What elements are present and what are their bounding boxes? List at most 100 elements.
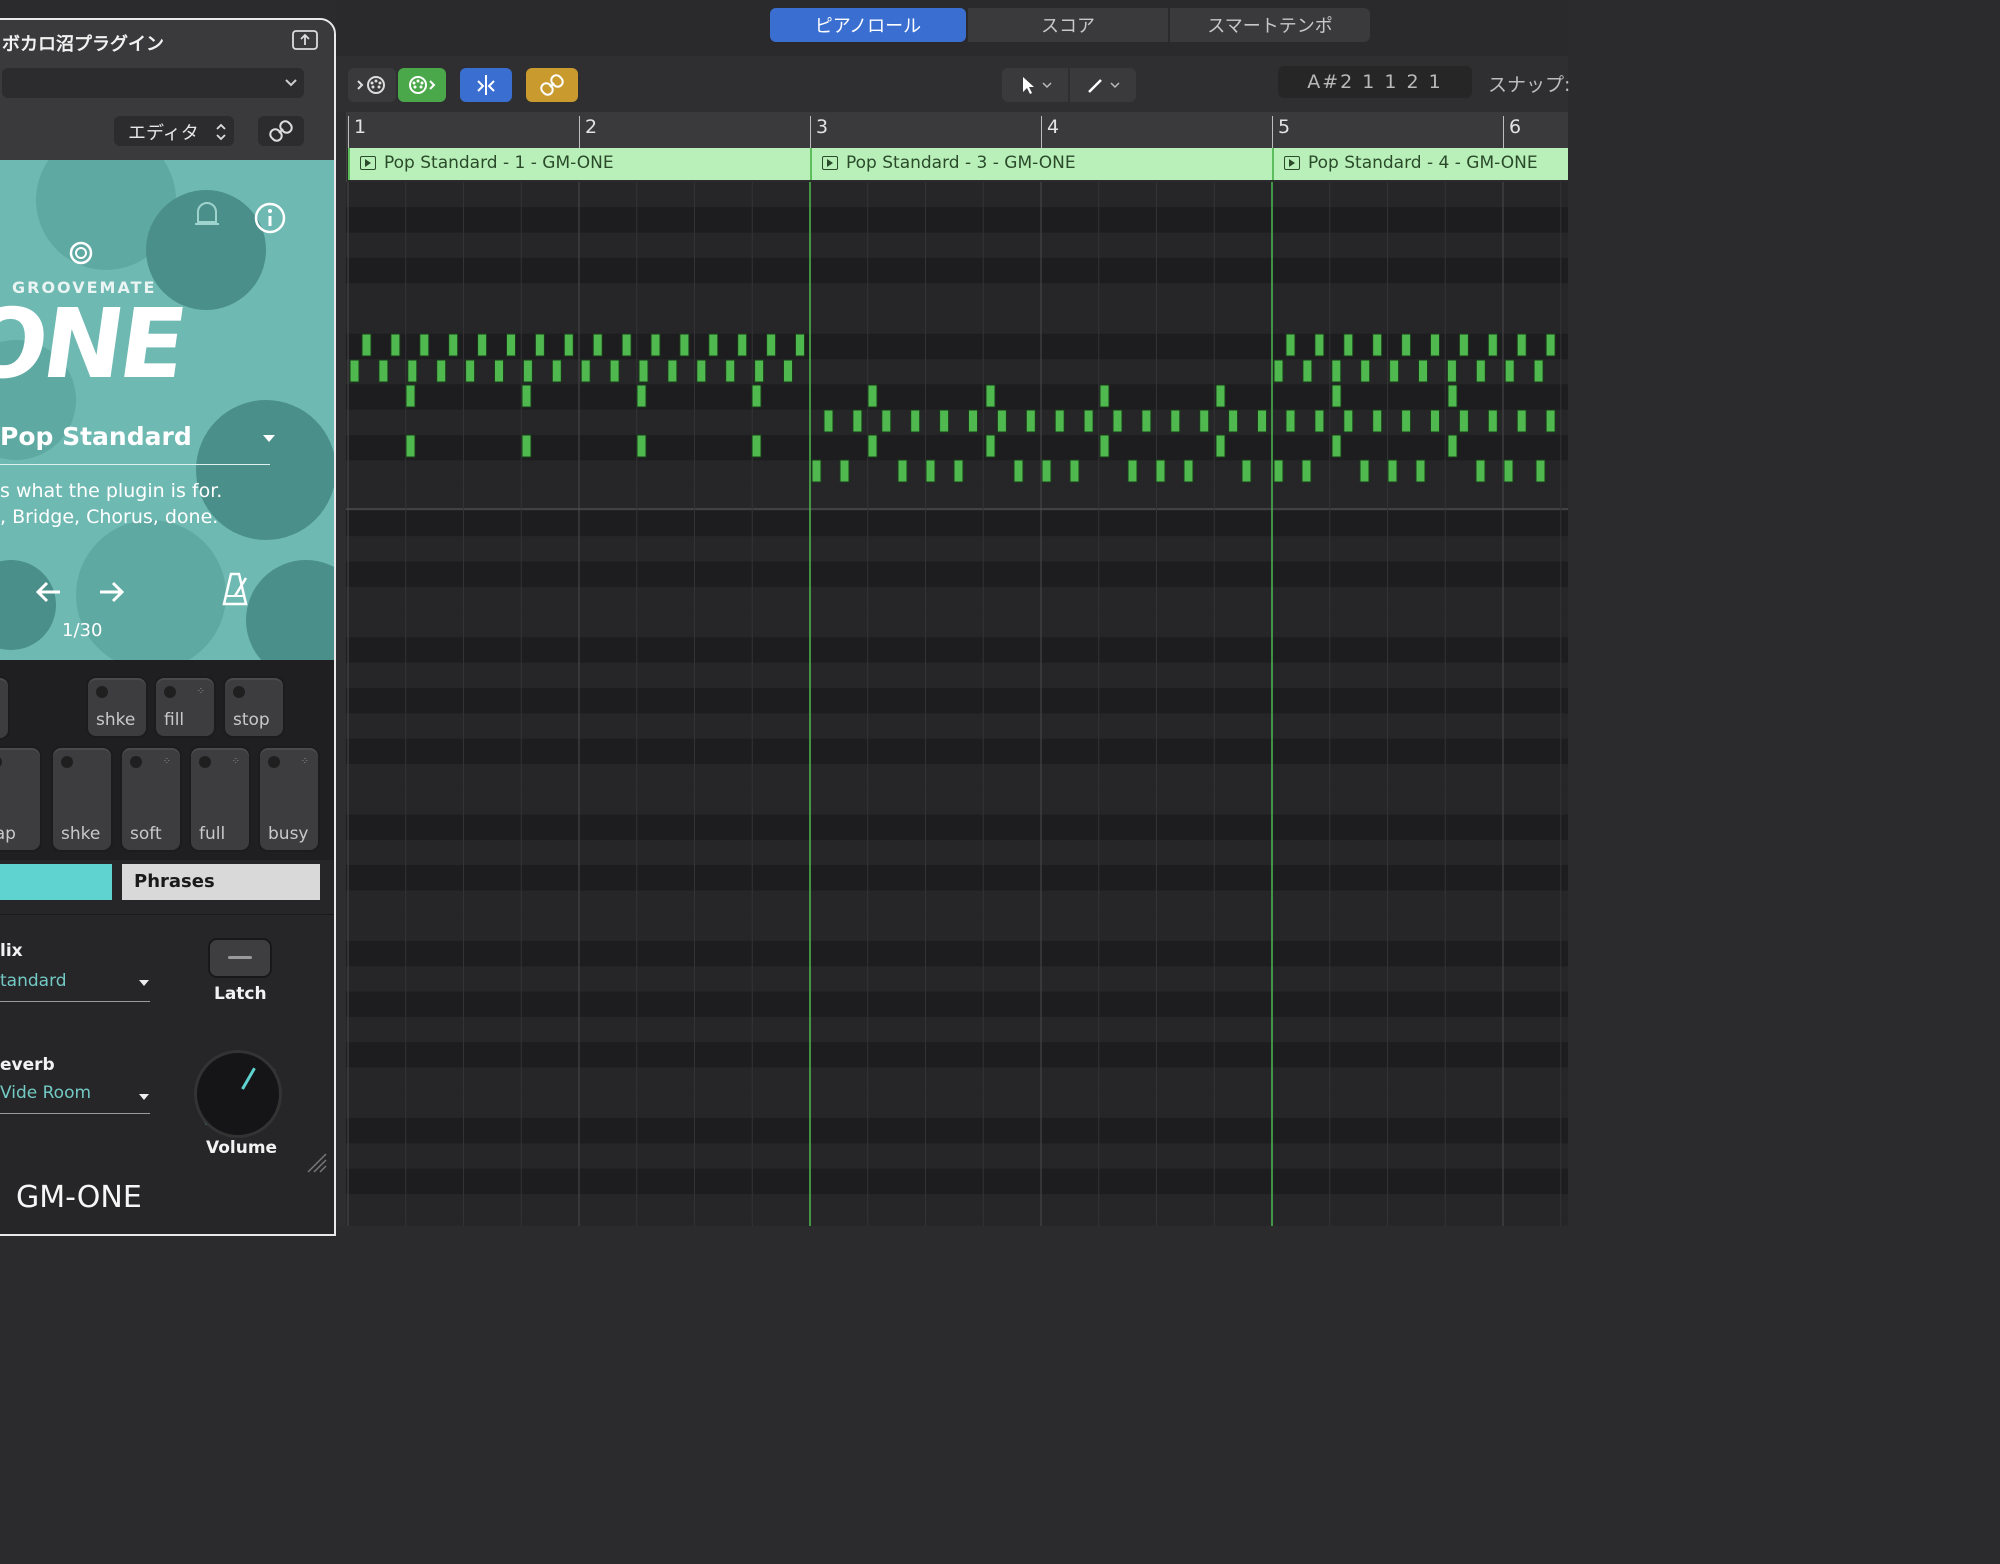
midi-note[interactable] xyxy=(551,359,562,383)
midi-note[interactable] xyxy=(839,459,850,483)
midi-note[interactable] xyxy=(638,359,649,383)
midi-note[interactable] xyxy=(1418,359,1428,383)
midi-note[interactable] xyxy=(477,333,488,357)
midi-note[interactable] xyxy=(1112,409,1123,433)
preset-selector[interactable] xyxy=(2,68,304,98)
midi-note[interactable] xyxy=(696,359,707,383)
midi-note[interactable] xyxy=(1446,359,1457,383)
midi-note[interactable] xyxy=(1099,434,1110,458)
midi-note[interactable] xyxy=(1285,409,1296,433)
resize-handle-icon[interactable] xyxy=(304,1150,328,1174)
midi-note[interactable] xyxy=(1215,434,1226,458)
midi-note[interactable] xyxy=(361,333,372,357)
tab-grooves[interactable] xyxy=(0,864,112,900)
midi-note[interactable] xyxy=(867,434,878,458)
midi-note[interactable] xyxy=(621,333,632,357)
midi-note[interactable] xyxy=(1331,434,1342,458)
pad-soft[interactable]: ⁘ soft xyxy=(120,746,182,852)
midi-region[interactable]: Pop Standard - 3 - GM-ONE xyxy=(810,148,1272,180)
midi-note[interactable] xyxy=(1257,409,1267,433)
midi-note[interactable] xyxy=(1183,459,1194,483)
midi-note[interactable] xyxy=(522,359,533,383)
midi-note[interactable] xyxy=(1387,459,1398,483)
note-grid[interactable] xyxy=(346,182,1568,1226)
midi-note[interactable] xyxy=(636,434,647,458)
midi-note[interactable] xyxy=(667,359,678,383)
midi-note[interactable] xyxy=(925,459,936,483)
midi-note[interactable] xyxy=(419,333,430,357)
midi-note[interactable] xyxy=(1535,459,1546,483)
midi-note[interactable] xyxy=(1314,333,1325,357)
midi-note[interactable] xyxy=(737,333,748,357)
midi-note[interactable] xyxy=(1273,359,1284,383)
midi-note[interactable] xyxy=(1516,333,1527,357)
tab-smart-tempo[interactable]: スマートテンポ xyxy=(1170,8,1370,42)
midi-note[interactable] xyxy=(1503,459,1514,483)
midi-note[interactable] xyxy=(1228,409,1239,433)
midi-note[interactable] xyxy=(1083,409,1094,433)
midi-note[interactable] xyxy=(636,384,647,408)
midi-note[interactable] xyxy=(968,409,978,433)
midi-out-icon[interactable] xyxy=(398,68,446,102)
tab-piano-roll[interactable]: ピアノロール xyxy=(770,8,966,42)
midi-note[interactable] xyxy=(1458,333,1469,357)
midi-note[interactable] xyxy=(725,359,736,383)
midi-note[interactable] xyxy=(1314,409,1325,433)
catch-icon[interactable] xyxy=(460,68,512,102)
editor-button[interactable]: エディタ xyxy=(114,116,234,146)
midi-note[interactable] xyxy=(1372,333,1383,357)
midi-note[interactable] xyxy=(1069,459,1080,483)
midi-note[interactable] xyxy=(1545,409,1556,433)
midi-note[interactable] xyxy=(1458,409,1469,433)
midi-note[interactable] xyxy=(852,409,863,433)
midi-note[interactable] xyxy=(1302,359,1313,383)
midi-note[interactable] xyxy=(349,359,360,383)
midi-note[interactable] xyxy=(811,459,822,483)
midi-note[interactable] xyxy=(1487,333,1498,357)
bar-ruler[interactable]: 1 2 3 4 5 6 xyxy=(346,112,1568,148)
midi-note[interactable] xyxy=(378,359,389,383)
dropdown-arrow-icon[interactable] xyxy=(138,1093,150,1101)
midi-note[interactable] xyxy=(407,359,418,383)
midi-note[interactable] xyxy=(766,333,777,357)
midi-note[interactable] xyxy=(823,409,834,433)
midi-note[interactable] xyxy=(939,409,950,433)
midi-note[interactable] xyxy=(1041,459,1052,483)
midi-note[interactable] xyxy=(1415,459,1426,483)
midi-note[interactable] xyxy=(1475,359,1486,383)
link-button[interactable] xyxy=(258,116,304,146)
pencil-tool-icon[interactable] xyxy=(1070,68,1136,102)
midi-note[interactable] xyxy=(1273,459,1284,483)
midi-note[interactable] xyxy=(1343,333,1354,357)
midi-note[interactable] xyxy=(1447,434,1458,458)
pad-clap[interactable]: lap xyxy=(0,746,42,852)
midi-note[interactable] xyxy=(1533,359,1544,383)
midi-note[interactable] xyxy=(1504,359,1515,383)
arrow-left-icon[interactable] xyxy=(34,578,64,610)
expand-icon[interactable] xyxy=(292,30,318,54)
midi-note[interactable] xyxy=(465,359,476,383)
midi-note[interactable] xyxy=(953,459,964,483)
midi-note[interactable] xyxy=(1155,459,1166,483)
midi-note[interactable] xyxy=(1475,459,1486,483)
dropdown-arrow-icon[interactable] xyxy=(262,434,276,444)
snap-label[interactable]: スナップ: xyxy=(1488,70,1570,97)
midi-note[interactable] xyxy=(910,409,921,433)
midi-note[interactable] xyxy=(1516,409,1527,433)
midi-note[interactable] xyxy=(405,384,416,408)
midi-note[interactable] xyxy=(1285,333,1296,357)
pad[interactable] xyxy=(0,676,10,740)
pad-fill[interactable]: ⁘ fill xyxy=(154,676,216,738)
midi-note[interactable] xyxy=(448,333,459,357)
midi-note[interactable] xyxy=(1331,359,1342,383)
midi-in-icon[interactable] xyxy=(348,68,396,102)
midi-note[interactable] xyxy=(1127,459,1138,483)
midi-note[interactable] xyxy=(795,333,805,357)
midi-note[interactable] xyxy=(1301,459,1312,483)
midi-note[interactable] xyxy=(1401,409,1412,433)
midi-note[interactable] xyxy=(390,333,401,357)
arrow-right-icon[interactable] xyxy=(96,578,126,610)
midi-note[interactable] xyxy=(1545,333,1556,357)
midi-note[interactable] xyxy=(1099,384,1110,408)
midi-note[interactable] xyxy=(679,333,690,357)
